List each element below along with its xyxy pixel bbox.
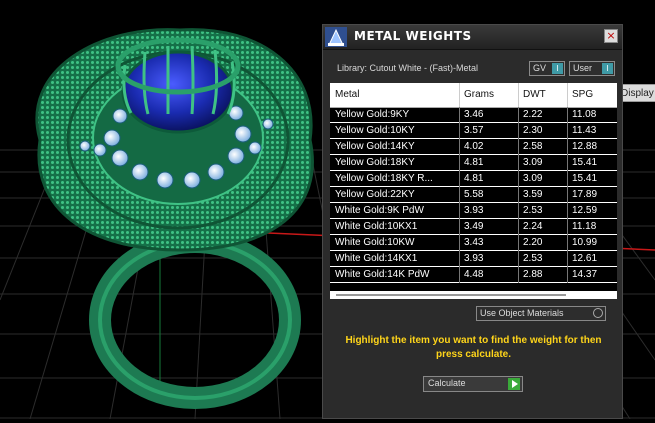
user-toggle[interactable]: User I <box>569 61 615 76</box>
horizontal-scrollbar[interactable] <box>330 291 617 299</box>
spg-cell: 11.43 <box>572 125 597 136</box>
grams-cell: 3.46 <box>464 109 484 120</box>
table-row[interactable]: Yellow Gold:18KY R... 4.81 3.09 15.41 <box>330 171 617 187</box>
table-row[interactable]: White Gold:9K PdW 3.93 2.53 12.59 <box>330 203 617 219</box>
toggle-icon: I <box>552 63 563 74</box>
scrollbar-thumb[interactable] <box>336 294 566 296</box>
column-header-dwt[interactable]: DWT <box>523 89 546 100</box>
table-row[interactable]: Yellow Gold:18KY 4.81 3.09 15.41 <box>330 155 617 171</box>
calculate-label: Calculate <box>428 378 466 388</box>
dwt-cell: 3.09 <box>523 173 543 184</box>
dialog-title: METAL WEIGHTS <box>354 29 472 43</box>
spg-cell: 10.99 <box>572 237 598 248</box>
play-icon <box>508 378 520 390</box>
use-object-materials-toggle[interactable]: Use Object Materials <box>476 306 606 321</box>
grams-cell: 4.48 <box>464 269 484 280</box>
close-icon[interactable]: × <box>604 29 618 43</box>
grams-cell: 3.57 <box>464 125 484 136</box>
metal-cell: White Gold:14K PdW <box>335 269 430 280</box>
dwt-cell: 2.22 <box>523 109 543 120</box>
dwt-cell: 3.59 <box>523 189 543 200</box>
spg-cell: 11.08 <box>572 109 597 120</box>
spg-cell: 12.88 <box>572 141 598 152</box>
spg-cell: 14.37 <box>572 269 598 280</box>
metal-cell: Yellow Gold:18KY R... <box>335 173 433 184</box>
table-row[interactable]: Yellow Gold:14KY 4.02 2.58 12.88 <box>330 139 617 155</box>
grams-cell: 3.49 <box>464 221 484 232</box>
metal-weights-dialog: METAL WEIGHTS × Library: Cutout White - … <box>322 24 623 419</box>
metal-cell: White Gold:14KX1 <box>335 253 418 264</box>
gv-toggle[interactable]: GV I <box>529 61 565 76</box>
spg-cell: 12.61 <box>572 253 598 264</box>
metal-cell: Yellow Gold:22KY <box>335 189 415 200</box>
spg-cell: 15.41 <box>572 173 598 184</box>
toggle-icon: I <box>602 63 613 74</box>
library-label: Library: Cutout White - (Fast)-Metal <box>337 63 479 73</box>
ring-model[interactable] <box>35 28 314 409</box>
dwt-cell: 2.30 <box>523 125 543 136</box>
dwt-cell: 2.53 <box>523 205 543 216</box>
grams-cell: 4.02 <box>464 141 484 152</box>
instruction-text: Highlight the item you want to find the … <box>345 335 602 360</box>
spg-cell: 17.89 <box>572 189 598 200</box>
metal-cell: Yellow Gold:9KY <box>335 109 410 120</box>
radio-icon <box>593 308 603 318</box>
metal-cell: White Gold:9K PdW <box>335 205 424 216</box>
metal-cell: White Gold:10KX1 <box>335 221 418 232</box>
user-label: User <box>573 63 593 73</box>
metal-cell: Yellow Gold:10KY <box>335 125 415 136</box>
spg-cell: 12.59 <box>572 205 598 216</box>
table-row[interactable]: White Gold:10KX1 3.49 2.24 11.18 <box>330 219 617 235</box>
table-row[interactable]: White Gold:14KX1 3.93 2.53 12.61 <box>330 251 617 267</box>
use-object-materials-label: Use Object Materials <box>480 308 564 318</box>
column-header-grams[interactable]: Grams <box>464 89 494 100</box>
spg-cell: 15.41 <box>572 157 598 168</box>
grams-cell: 3.93 <box>464 205 484 216</box>
table-row[interactable]: White Gold:14K PdW 4.48 2.88 14.37 <box>330 267 617 283</box>
table-row[interactable]: Yellow Gold:9KY 3.46 2.22 11.08 <box>330 107 617 123</box>
spg-cell: 11.18 <box>572 221 597 232</box>
metal-cell: Yellow Gold:18KY <box>335 157 415 168</box>
table-row[interactable]: Yellow Gold:22KY 5.58 3.59 17.89 <box>330 187 617 203</box>
calculate-button[interactable]: Calculate <box>423 376 523 392</box>
metal-cell: Yellow Gold:14KY <box>335 141 415 152</box>
dwt-cell: 2.88 <box>523 269 543 280</box>
grams-cell: 3.93 <box>464 253 484 264</box>
dwt-cell: 2.58 <box>523 141 543 152</box>
grams-cell: 5.58 <box>464 189 484 200</box>
dwt-cell: 2.20 <box>523 237 543 248</box>
gv-label: GV <box>533 63 547 73</box>
dwt-cell: 2.53 <box>523 253 543 264</box>
table-row[interactable]: Yellow Gold:10KY 3.57 2.30 11.43 <box>330 123 617 139</box>
grams-cell: 3.43 <box>464 237 484 248</box>
table-header: Metal Grams DWT SPG <box>330 83 617 108</box>
grams-cell: 4.81 <box>464 157 484 168</box>
dialog-titlebar[interactable]: METAL WEIGHTS × <box>323 25 622 50</box>
grams-cell: 4.81 <box>464 173 484 184</box>
column-header-metal[interactable]: Metal <box>335 89 359 100</box>
metal-table[interactable]: Metal Grams DWT SPG Yellow Gold:9KY 3.46 2… <box>330 83 617 299</box>
column-header-spg[interactable]: SPG <box>572 89 593 100</box>
metal-cell: White Gold:10KW <box>335 237 415 248</box>
table-row[interactable]: White Gold:10KW 3.43 2.20 10.99 <box>330 235 617 251</box>
dwt-cell: 3.09 <box>523 157 543 168</box>
metal-weights-app-icon <box>325 27 347 47</box>
dwt-cell: 2.24 <box>523 221 543 232</box>
